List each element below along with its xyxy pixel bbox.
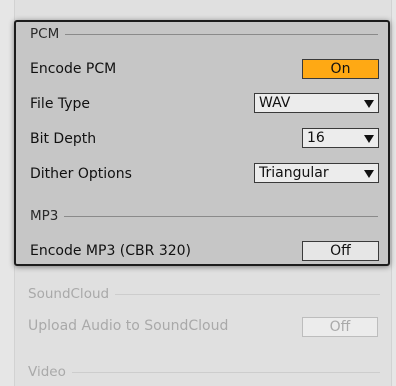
soundcloud-header-label: SoundCloud bbox=[28, 286, 110, 302]
pcm-header-label: PCM bbox=[30, 26, 60, 42]
chevron-down-icon bbox=[364, 135, 374, 143]
file-type-value: WAV bbox=[259, 95, 291, 111]
pcm-section-header: PCM bbox=[30, 26, 378, 42]
mp3-section-header: MP3 bbox=[30, 208, 378, 224]
dither-options-value: Triangular bbox=[259, 165, 329, 181]
bit-depth-dropdown[interactable]: 16 bbox=[302, 128, 379, 148]
upload-soundcloud-toggle[interactable]: Off bbox=[302, 317, 378, 337]
chevron-down-icon bbox=[364, 100, 374, 108]
file-type-dropdown[interactable]: WAV bbox=[254, 93, 379, 113]
encode-mp3-toggle[interactable]: Off bbox=[302, 241, 379, 261]
pcm-header-rule bbox=[65, 33, 378, 35]
encode-pcm-toggle[interactable]: On bbox=[302, 59, 379, 79]
dither-options-label: Dither Options bbox=[30, 166, 132, 182]
dither-options-dropdown[interactable]: Triangular bbox=[254, 163, 379, 183]
video-header-rule bbox=[71, 371, 380, 373]
encode-mp3-label: Encode MP3 (CBR 320) bbox=[30, 243, 192, 259]
bit-depth-value: 16 bbox=[307, 130, 325, 146]
encode-pcm-label: Encode PCM bbox=[30, 61, 117, 77]
mp3-header-rule bbox=[64, 215, 378, 217]
export-audio-panel: PCM Encode PCM On File Type WAV Bit Dept… bbox=[14, 20, 390, 266]
soundcloud-header-rule bbox=[115, 293, 380, 295]
video-header-label: Video bbox=[28, 364, 66, 380]
chevron-down-icon bbox=[364, 170, 374, 178]
video-section-header: Video bbox=[28, 364, 380, 380]
file-type-label: File Type bbox=[30, 96, 91, 112]
mp3-header-label: MP3 bbox=[30, 208, 59, 224]
soundcloud-section-header: SoundCloud bbox=[28, 286, 380, 302]
bit-depth-label: Bit Depth bbox=[30, 131, 97, 147]
upload-soundcloud-label: Upload Audio to SoundCloud bbox=[28, 318, 229, 334]
